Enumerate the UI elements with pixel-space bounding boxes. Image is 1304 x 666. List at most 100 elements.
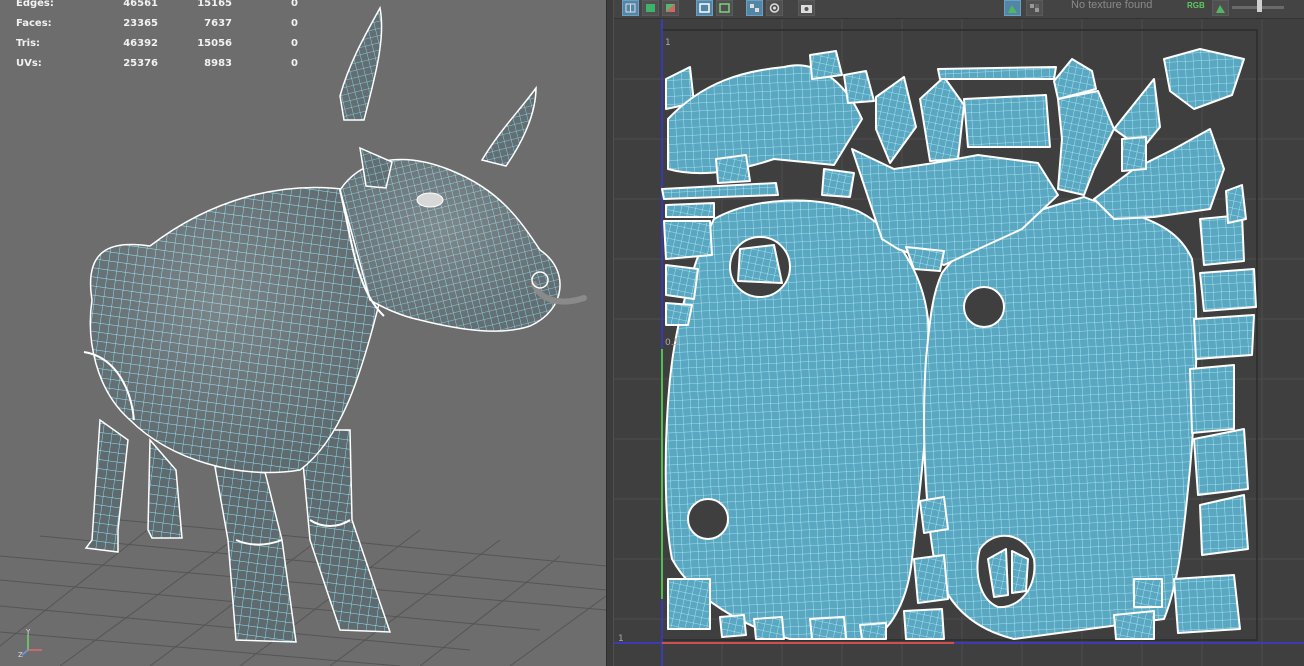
uv-shell-right <box>1173 574 1241 634</box>
uv-shell-bottom <box>719 614 747 638</box>
uv-shell-top <box>963 94 1051 148</box>
hud-row-edges: Edges: 46561 15165 0 <box>16 0 298 14</box>
uv-grid-canvas[interactable]: 1 0.5 1 <box>614 19 1304 666</box>
distortion-icon <box>666 4 675 12</box>
isolate-button[interactable] <box>766 0 783 16</box>
uv-shell-bottom <box>753 616 785 640</box>
hud-label: Tris: <box>16 38 41 49</box>
axis-label-z: Z <box>18 651 23 658</box>
uv-shells <box>661 48 1257 640</box>
texture-icon <box>1008 5 1017 13</box>
hud-value: 0 <box>291 38 298 49</box>
isolate-icon <box>769 3 780 13</box>
uv-shell-right <box>1189 364 1235 434</box>
bull-horn-right <box>480 85 537 167</box>
uv-border-button[interactable] <box>696 0 713 16</box>
uv-tick-bottom: 1 <box>618 634 624 644</box>
uv-shell-top <box>1121 136 1147 172</box>
shaded-uv-button[interactable] <box>642 0 659 16</box>
image-channel-icon <box>1216 5 1225 13</box>
uv-editor-panel[interactable]: No texture found RGB 1 0.5 1 <box>614 0 1304 666</box>
dim-image-icon <box>1030 4 1039 12</box>
uv-shell-top <box>875 76 917 164</box>
uv-shell-bottom <box>667 578 711 630</box>
uv-shell-bottom <box>913 554 949 604</box>
uv-hole <box>963 286 1005 328</box>
grid-toggle-icon <box>625 3 636 13</box>
uv-shell-right <box>1193 428 1249 496</box>
uv-shell-right <box>1199 494 1249 556</box>
uv-shell-top <box>1057 90 1115 196</box>
uv-tick-half: 0.5 <box>665 338 679 348</box>
hud-label: UVs: <box>16 58 42 69</box>
perspective-viewport[interactable]: Edges: 46561 15165 0 Faces: 23365 7637 0 Tris:… <box>0 0 606 666</box>
image-channel-button[interactable] <box>1212 0 1229 16</box>
axis-label-y: Y <box>25 628 31 636</box>
bull-back-leg-2 <box>147 438 183 539</box>
uv-shell-small <box>737 244 783 284</box>
uv-shell-right <box>1199 268 1257 312</box>
uv-shell-bottom <box>1133 578 1163 608</box>
hud-value: 7637 <box>204 18 232 29</box>
bull-back-leg <box>84 418 129 553</box>
bull-eye <box>416 192 444 208</box>
uv-shell-strip <box>661 182 779 200</box>
uv-shell-bottom <box>1113 610 1155 640</box>
uv-shell-top <box>1093 128 1225 220</box>
uv-shell-right <box>1193 314 1255 360</box>
uv-shell-strip <box>715 154 751 184</box>
shell-border-button[interactable] <box>716 0 733 16</box>
uv-shell-bottom <box>919 496 949 534</box>
grid-toggle-button[interactable] <box>622 0 639 16</box>
texture-status[interactable]: No texture found <box>1071 0 1152 11</box>
bull-front-leg-2 <box>299 429 392 633</box>
axis-gizmo-icon: Y Z <box>18 628 42 658</box>
uv-shell-top <box>1163 48 1245 110</box>
uv-shell-left <box>663 220 713 260</box>
exposure-slider-handle[interactable] <box>1257 0 1262 12</box>
bull-mesh-scene <box>0 5 606 666</box>
hud-value: 23365 <box>123 18 158 29</box>
hud-value: 15056 <box>197 38 232 49</box>
uv-border-icon <box>699 3 710 13</box>
uv-hole <box>687 498 729 540</box>
snapshot-icon <box>801 5 812 13</box>
snapshot-button[interactable] <box>798 0 815 16</box>
dim-image-button[interactable] <box>1026 0 1043 16</box>
uv-toolbar: No texture found RGB <box>614 0 1304 19</box>
hud-value: 46392 <box>123 38 158 49</box>
uv-shell-left <box>665 264 699 300</box>
hud-value: 46561 <box>123 0 158 9</box>
hud-value: 0 <box>291 18 298 29</box>
hud-value: 15165 <box>197 0 232 9</box>
hud-row-uvs: UVs: 25376 8983 0 <box>16 54 298 74</box>
uv-shell-bottom <box>903 608 945 640</box>
texture-display-button[interactable] <box>1004 0 1021 16</box>
hud-value: 0 <box>291 58 298 69</box>
hud-row-faces: Faces: 23365 7637 0 <box>16 14 298 34</box>
uv-tick-top: 1 <box>665 38 671 48</box>
hud-row-tris: Tris: 46392 15056 0 <box>16 34 298 54</box>
uv-shell-top <box>809 50 843 80</box>
uv-shell-right <box>1199 214 1245 266</box>
checker-button[interactable] <box>746 0 763 16</box>
uv-shell-left <box>665 302 693 326</box>
shaded-uv-icon <box>646 4 655 12</box>
hud-value: 25376 <box>123 58 158 69</box>
hud-value: 0 <box>291 0 298 9</box>
hud-label: Faces: <box>16 18 52 29</box>
uv-shell-top <box>919 76 965 162</box>
uv-shell-bottom <box>809 616 847 640</box>
distortion-button[interactable] <box>662 0 679 16</box>
rgb-channel-icon[interactable]: RGB <box>1187 1 1205 10</box>
uv-shell-small <box>1011 550 1029 594</box>
uv-shell-body-left <box>664 199 930 640</box>
uv-shell-top <box>843 70 875 104</box>
uv-shell-strip <box>665 202 715 218</box>
poly-count-hud: Edges: 46561 15165 0 Faces: 23365 7637 0 Tris:… <box>16 0 298 74</box>
bull-horn-left <box>339 5 383 121</box>
checker-icon <box>750 4 759 12</box>
hud-label: Edges: <box>16 0 54 9</box>
uv-shell-right <box>1225 184 1247 224</box>
panel-splitter[interactable] <box>606 0 614 666</box>
